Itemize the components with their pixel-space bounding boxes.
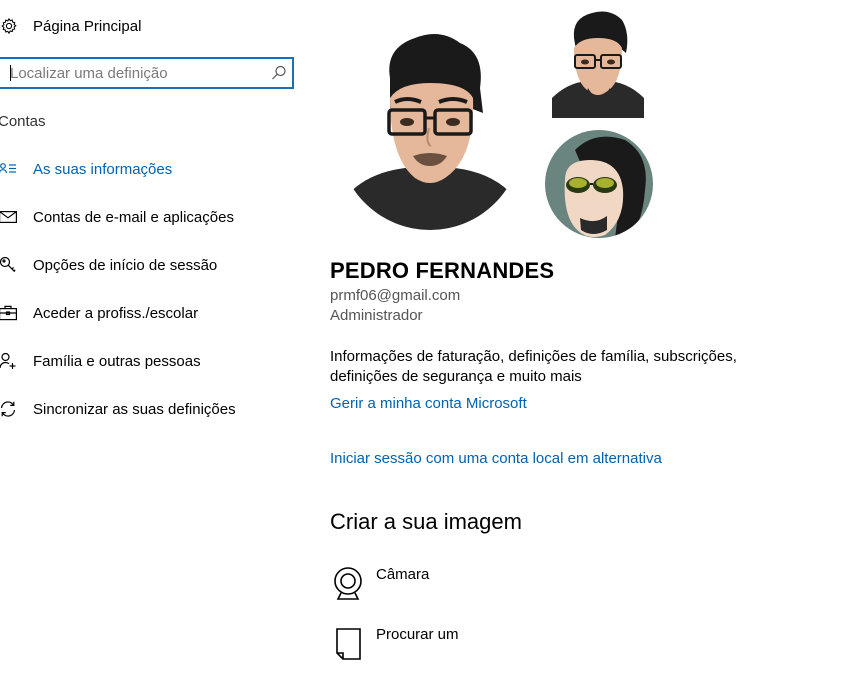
user-email: prmf06@gmail.com	[330, 287, 461, 304]
camera-option-label: Câmara	[376, 566, 430, 583]
search-input[interactable]	[0, 59, 260, 87]
sidebar-item-work-school[interactable]: Aceder a profiss./escolar	[0, 301, 198, 325]
sidebar-item-your-info[interactable]: As suas informações	[0, 157, 172, 181]
profile-picture-recent-1[interactable]	[552, 8, 644, 118]
sidebar-item-sync[interactable]: Sincronizar as suas definições	[0, 397, 236, 421]
text-caret	[10, 65, 11, 81]
sidebar-item-label: Sincronizar as suas definições	[33, 400, 236, 418]
home-label: Página Principal	[33, 17, 142, 35]
sign-in-local-account-link[interactable]: Iniciar sessão com uma conta local em al…	[330, 450, 662, 467]
profile-picture-current	[345, 28, 515, 232]
sidebar: Página Principal Contas As suas informaç…	[0, 0, 310, 696]
sidebar-item-sign-in-options[interactable]: Opções de início de sessão	[0, 253, 217, 277]
section-title: Contas	[0, 113, 46, 130]
account-description: Informações de faturação, definições de …	[330, 348, 737, 385]
home-nav-item[interactable]: Página Principal	[0, 14, 141, 38]
sidebar-item-email-accounts[interactable]: Contas de e-mail e aplicações	[0, 205, 234, 229]
briefcase-icon	[0, 303, 18, 323]
sidebar-item-label: Aceder a profiss./escolar	[33, 304, 199, 322]
browse-option[interactable]: Procurar um	[330, 624, 459, 662]
person-add-icon	[0, 351, 18, 371]
camera-option[interactable]: Câmara	[330, 564, 429, 602]
sidebar-item-label: Família e outras pessoas	[33, 352, 201, 370]
document-icon	[330, 624, 366, 662]
user-role: Administrador	[330, 307, 423, 324]
sidebar-item-family[interactable]: Família e outras pessoas	[0, 349, 201, 373]
mail-icon	[0, 207, 18, 227]
search-icon[interactable]	[270, 64, 288, 82]
camera-icon	[330, 564, 366, 602]
user-display-name: PEDRO FERNANDES	[330, 258, 555, 283]
manage-microsoft-account-link[interactable]: Gerir a minha conta Microsoft	[330, 395, 527, 412]
browse-option-label: Procurar um	[376, 626, 459, 643]
sidebar-item-label: Opções de início de sessão	[33, 256, 218, 274]
sidebar-item-label: Contas de e-mail e aplicações	[33, 208, 234, 226]
profile-picture-recent-2[interactable]	[545, 130, 653, 238]
sidebar-item-label: As suas informações	[33, 160, 173, 178]
create-picture-heading: Criar a sua imagem	[330, 509, 522, 534]
key-icon	[0, 255, 18, 275]
sync-icon	[0, 399, 18, 419]
search-box[interactable]	[0, 57, 294, 89]
gear-icon	[0, 15, 20, 37]
person-card-icon	[0, 159, 18, 179]
